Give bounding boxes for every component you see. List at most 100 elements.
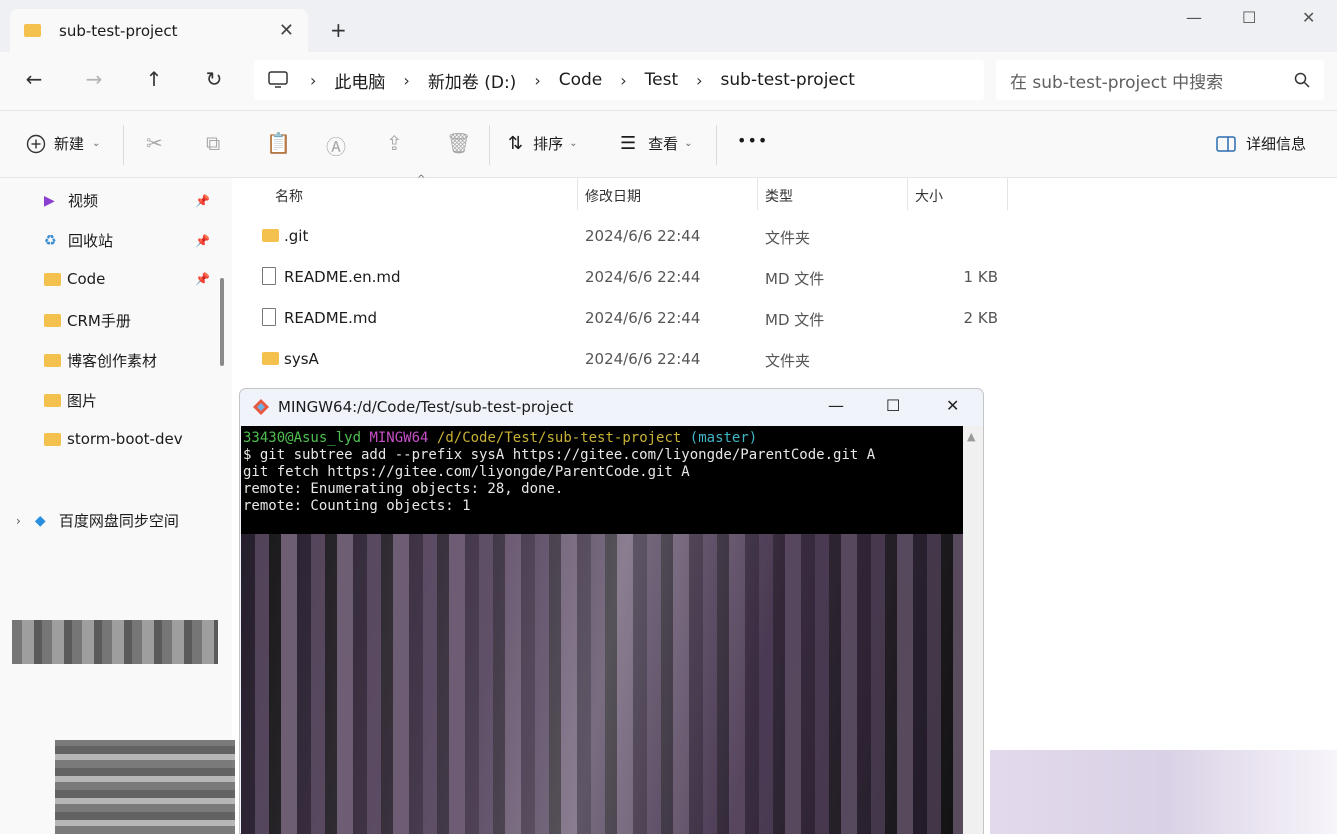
folder-icon [262, 229, 279, 242]
breadcrumb-drive[interactable]: 新加卷 (D:) [428, 68, 517, 93]
sort-button[interactable]: ⇅ 排序 ⌄ [508, 133, 578, 154]
toolbar-divider [716, 125, 717, 165]
plus-circle-icon [26, 134, 46, 153]
column-header-size[interactable]: 大小 [915, 186, 943, 206]
sidebar-item-label: 博客创作素材 [67, 352, 158, 370]
sidebar-item-pictures[interactable]: 图片 [44, 390, 214, 411]
breadcrumb-code[interactable]: Code [559, 70, 603, 90]
paste-icon[interactable]: 📋 [266, 131, 291, 155]
terminal-title: MINGW64:/d/Code/Test/sub-test-project [278, 398, 574, 416]
column-header-name[interactable]: 名称 [275, 186, 303, 206]
address-bar[interactable]: › 此电脑 › 新加卷 (D:) › Code › Test › sub-tes… [254, 60, 984, 100]
details-pane-icon [1216, 135, 1236, 152]
column-header-type[interactable]: 类型 [765, 186, 793, 206]
file-modified: 2024/6/6 22:44 [585, 350, 701, 368]
cut-icon[interactable]: ✂ [146, 131, 163, 155]
toolbar-divider [123, 125, 124, 165]
search-box[interactable]: 在 sub-test-project 中搜索 [996, 60, 1324, 100]
prompt-user: 33430@Asus_lyd [243, 430, 362, 446]
folder-icon [24, 24, 41, 37]
copy-icon[interactable]: ⧉ [206, 131, 220, 155]
file-size: 1 KB [963, 268, 998, 286]
up-button[interactable]: ↑ [140, 67, 168, 91]
breadcrumb-this-pc[interactable]: 此电脑 [334, 68, 385, 93]
rename-icon[interactable]: Ⓐ [326, 131, 346, 160]
file-modified: 2024/6/6 22:44 [585, 309, 701, 327]
terminal-window[interactable]: MINGW64:/d/Code/Test/sub-test-project — … [239, 388, 984, 834]
terminal-close-button[interactable]: ✕ [946, 396, 959, 415]
sidebar-item-crm[interactable]: CRM手册 [44, 310, 214, 331]
file-type: 文件夹 [765, 352, 811, 370]
table-row[interactable]: README.md 2024/6/6 22:44 MD 文件 2 KB [232, 306, 1012, 336]
refresh-button[interactable]: ↻ [200, 67, 228, 91]
chevron-right-icon: › [534, 70, 541, 90]
more-options-button[interactable]: ••• [737, 131, 768, 150]
tab-sub-test-project[interactable]: sub-test-project ✕ [10, 9, 308, 52]
breadcrumb-current[interactable]: sub-test-project [721, 70, 855, 90]
chevron-right-icon: › [696, 70, 703, 90]
navigation-pane: ▶ 视频 📌 ♻ 回收站 📌 Code 📌 CRM手册 博客创作素材 图片 st… [0, 178, 232, 834]
delete-icon[interactable]: 🗑 [446, 131, 471, 155]
minimize-button[interactable]: — [1186, 8, 1202, 27]
sidebar-item-blog[interactable]: 博客创作素材 [44, 350, 214, 371]
file-name: .git [284, 227, 309, 245]
sidebar-item-label: 百度网盘同步空间 [58, 512, 179, 530]
sidebar-scrollbar[interactable] [220, 278, 224, 366]
image-artifact [241, 534, 963, 834]
table-row[interactable]: .git 2024/6/6 22:44 文件夹 [232, 224, 1012, 254]
chevron-right-icon[interactable]: › [16, 514, 21, 528]
terminal-maximize-button[interactable]: ☐ [886, 396, 900, 415]
file-size: 2 KB [963, 309, 998, 327]
file-modified: 2024/6/6 22:44 [585, 268, 701, 286]
column-divider[interactable] [1007, 178, 1008, 210]
breadcrumb-test[interactable]: Test [645, 70, 678, 90]
column-divider[interactable] [907, 178, 908, 210]
details-button[interactable]: 详细信息 [1216, 133, 1306, 154]
chevron-right-icon: › [403, 70, 410, 90]
monitor-icon [268, 71, 288, 88]
view-button[interactable]: ☰ 查看 ⌄ [620, 133, 693, 154]
file-name: README.en.md [284, 268, 401, 286]
scroll-up-icon[interactable]: ▲ [967, 430, 975, 443]
view-label: 查看 [648, 135, 679, 153]
sidebar-item-baidu-netdisk[interactable]: › ◆ 百度网盘同步空间 [16, 510, 216, 531]
sidebar-item-label: storm-boot-dev [67, 430, 183, 448]
toolbar-divider [489, 125, 490, 165]
chevron-down-icon: ⌄ [92, 138, 101, 149]
image-artifact [12, 620, 218, 664]
forward-button[interactable]: → [80, 67, 108, 91]
sidebar-item-recycle-bin[interactable]: ♻ 回收站 📌 [44, 230, 214, 251]
search-input[interactable]: 在 sub-test-project 中搜索 [1010, 68, 1294, 93]
sidebar-item-videos[interactable]: ▶ 视频 📌 [44, 190, 214, 211]
table-row[interactable]: sysA 2024/6/6 22:44 文件夹 [232, 347, 1012, 377]
folder-synced-icon [44, 354, 61, 367]
new-tab-button[interactable]: + [330, 18, 347, 42]
close-tab-icon[interactable]: ✕ [279, 20, 294, 41]
maximize-button[interactable]: ☐ [1242, 8, 1256, 27]
terminal-titlebar[interactable]: MINGW64:/d/Code/Test/sub-test-project — … [240, 389, 983, 425]
terminal-output[interactable]: 33430@Asus_lyd MINGW64 /d/Code/Test/sub-… [241, 426, 963, 834]
sidebar-item-label: 图片 [67, 392, 98, 410]
file-modified: 2024/6/6 22:44 [585, 227, 701, 245]
share-icon[interactable]: ⇪ [386, 131, 403, 155]
sidebar-item-label: CRM手册 [67, 312, 131, 330]
column-divider[interactable] [577, 178, 578, 210]
table-row[interactable]: README.en.md 2024/6/6 22:44 MD 文件 1 KB [232, 265, 1012, 295]
image-artifact [55, 740, 235, 834]
recycle-bin-icon: ♻ [44, 232, 57, 249]
prompt-env: MINGW64 [369, 430, 429, 446]
column-header-modified[interactable]: 修改日期 [585, 186, 641, 206]
terminal-minimize-button[interactable]: — [828, 396, 844, 415]
back-button[interactable]: ← [20, 67, 48, 91]
new-button[interactable]: 新建 ⌄ [26, 133, 100, 154]
column-divider[interactable] [757, 178, 758, 210]
sidebar-item-storm-boot-dev[interactable]: storm-boot-dev [44, 430, 214, 448]
command-bar: 新建 ⌄ ✂ ⧉ 📋 Ⓐ ⇪ 🗑 ⇅ 排序 ⌄ ☰ 查看 ⌄ ••• 详细信息 [0, 110, 1337, 178]
document-icon [262, 267, 276, 285]
terminal-line: remote: Counting objects: 1 [243, 498, 471, 514]
chevron-right-icon: › [620, 70, 627, 90]
terminal-scrollbar[interactable]: ▲ [963, 426, 983, 834]
sidebar-item-code[interactable]: Code 📌 [44, 270, 214, 288]
pin-icon: 📌 [195, 272, 210, 286]
close-window-button[interactable]: ✕ [1302, 8, 1315, 27]
